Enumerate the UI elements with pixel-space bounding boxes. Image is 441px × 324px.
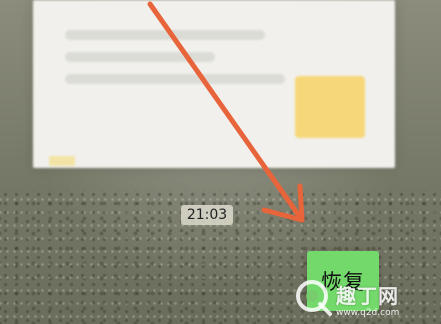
watermark-url: www.q2d.com xyxy=(336,308,400,318)
watermark-logo-icon xyxy=(296,280,332,316)
watermark: 趣丁网 www.q2d.com xyxy=(292,276,441,324)
card-text-line xyxy=(65,74,285,84)
card-text-line xyxy=(65,52,215,62)
card-thumbnail xyxy=(295,76,365,138)
blurred-message-card xyxy=(33,0,395,168)
card-text-line xyxy=(65,30,265,40)
card-tag xyxy=(49,156,75,166)
time-badge: 21:03 xyxy=(181,205,233,225)
watermark-text: 趣丁网 xyxy=(336,284,399,308)
